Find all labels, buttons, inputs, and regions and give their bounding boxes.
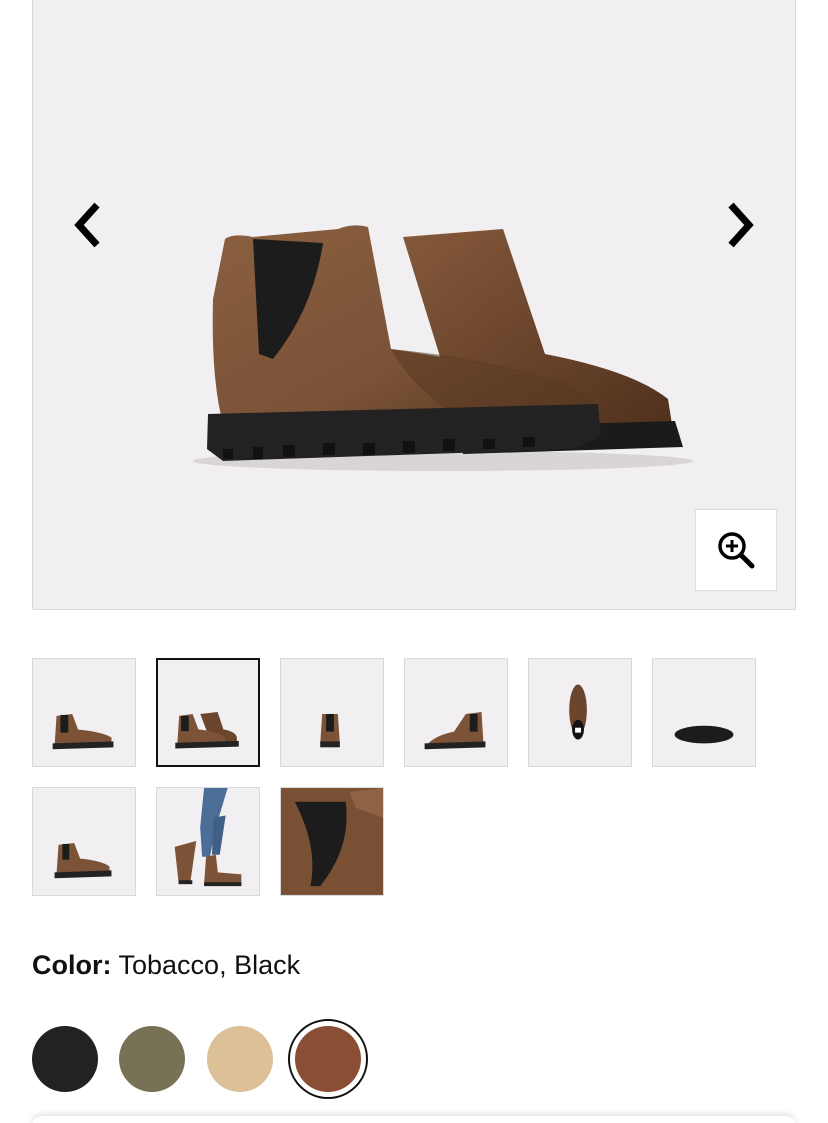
color-swatch-black[interactable]: [32, 1026, 98, 1092]
thumbnail-pair-angle-view[interactable]: [156, 658, 260, 767]
chevron-right-icon: [728, 202, 754, 248]
thumbnail-image: [52, 713, 114, 750]
thumbnail-image: [674, 725, 734, 744]
product-image-gallery: [32, 0, 796, 610]
zoom-button[interactable]: [695, 509, 777, 591]
zoom-in-icon: [718, 532, 755, 569]
color-selection-text: Color: Tobacco, Black: [32, 946, 300, 984]
chevron-left-icon: [74, 202, 100, 248]
thumbnail-image: [175, 712, 239, 749]
thumbnail-image: [54, 842, 112, 879]
thumbnail-detail-view[interactable]: [280, 787, 384, 896]
color-swatch-tan[interactable]: [207, 1026, 273, 1092]
color-label: Color:: [32, 950, 112, 980]
bottom-panel-edge: [32, 1116, 796, 1123]
thumbnail-image: [174, 788, 242, 887]
product-main-image: [193, 225, 693, 471]
previous-image-button[interactable]: [57, 195, 117, 255]
thumbnail-side-view[interactable]: [32, 658, 136, 767]
thumbnail-image: [569, 684, 587, 740]
thumbnail-image: [281, 788, 383, 895]
thumbnail-three-quarter-view[interactable]: [32, 787, 136, 896]
thumbnail-top-view[interactable]: [528, 658, 632, 767]
color-swatch-olive[interactable]: [119, 1026, 185, 1092]
thumbnail-image: [424, 712, 486, 750]
thumbnail-back-view[interactable]: [280, 658, 384, 767]
thumbnail-sole-view[interactable]: [652, 658, 756, 767]
thumbnail-on-model-view[interactable]: [156, 787, 260, 896]
color-swatch-tobacco[interactable]: [288, 1019, 368, 1099]
next-image-button[interactable]: [711, 195, 771, 255]
thumbnail-inside-view[interactable]: [404, 658, 508, 767]
color-swatch-fill: [295, 1026, 361, 1092]
color-value: Tobacco, Black: [118, 950, 301, 980]
thumbnail-image: [320, 713, 340, 748]
